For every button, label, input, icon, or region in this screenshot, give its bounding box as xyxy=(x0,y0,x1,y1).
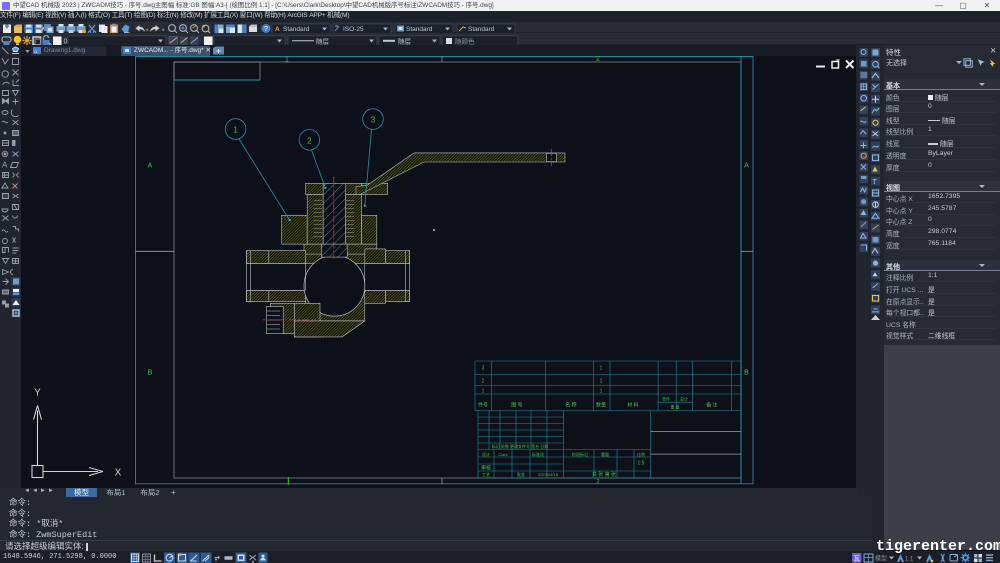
svg-text:1:1: 1:1 xyxy=(905,556,914,562)
svg-text:共 张 第 张: 共 张 第 张 xyxy=(592,471,616,478)
svg-text:2: 2 xyxy=(482,378,485,384)
svg-text:A: A xyxy=(744,162,749,169)
svg-text:3: 3 xyxy=(371,115,376,124)
svg-text:1: 1 xyxy=(285,56,289,63)
svg-text:⌂: ⌂ xyxy=(34,49,37,55)
svg-text:批准: 批准 xyxy=(517,471,525,477)
svg-text:A: A xyxy=(148,162,153,169)
svg-text:标准化: 标准化 xyxy=(532,451,544,457)
svg-text:标记 处数 更改文件号 签名 日期: 标记 处数 更改文件号 签名 日期 xyxy=(492,443,548,449)
svg-text:2023/04/18: 2023/04/18 xyxy=(538,472,559,477)
svg-text:ISO-25: ISO-25 xyxy=(343,26,364,33)
svg-text:2: 2 xyxy=(596,479,599,485)
svg-text:Y: Y xyxy=(34,387,41,398)
svg-text:1:5: 1:5 xyxy=(638,460,645,466)
svg-text:备 注: 备 注 xyxy=(706,401,717,408)
svg-text:A: A xyxy=(2,160,8,169)
svg-text:2: 2 xyxy=(307,136,312,145)
svg-text:阶段标记: 阶段标记 xyxy=(572,451,588,457)
svg-text:3: 3 xyxy=(482,365,485,371)
svg-text:1: 1 xyxy=(600,378,603,384)
svg-text:1: 1 xyxy=(600,365,603,371)
svg-text:名 称: 名 称 xyxy=(565,401,576,408)
svg-text:A: A xyxy=(275,26,280,33)
svg-text:总计: 总计 xyxy=(680,395,688,401)
svg-text:Standard: Standard xyxy=(406,26,433,33)
svg-text:比例: 比例 xyxy=(637,451,645,457)
svg-text:重量: 重量 xyxy=(601,451,609,457)
svg-text:1: 1 xyxy=(600,388,603,394)
svg-text:瓦: 瓦 xyxy=(854,554,861,562)
svg-text:Standard: Standard xyxy=(283,26,310,33)
svg-text:B: B xyxy=(148,369,153,376)
svg-text:数量: 数量 xyxy=(596,401,606,408)
svg-text:1: 1 xyxy=(482,388,485,394)
svg-text:T: T xyxy=(873,179,878,186)
svg-text:Standard: Standard xyxy=(468,26,495,33)
svg-text:Clark: Clark xyxy=(498,452,507,457)
svg-text:审核: 审核 xyxy=(481,464,491,471)
svg-text:单件: 单件 xyxy=(662,395,670,401)
svg-text:重 量: 重 量 xyxy=(670,403,679,409)
svg-text:材 料: 材 料 xyxy=(627,401,638,408)
svg-text:图 号: 图 号 xyxy=(511,402,522,408)
svg-text:B: B xyxy=(744,369,749,376)
svg-text:1: 1 xyxy=(233,125,238,134)
svg-text:?: ? xyxy=(264,26,268,33)
svg-text:设计: 设计 xyxy=(482,451,490,457)
svg-text:2: 2 xyxy=(596,56,600,63)
svg-text:件号: 件号 xyxy=(478,401,488,408)
svg-text:模型: 模型 xyxy=(875,554,887,562)
svg-text:X: X xyxy=(115,467,122,478)
svg-text:工艺: 工艺 xyxy=(482,472,490,477)
